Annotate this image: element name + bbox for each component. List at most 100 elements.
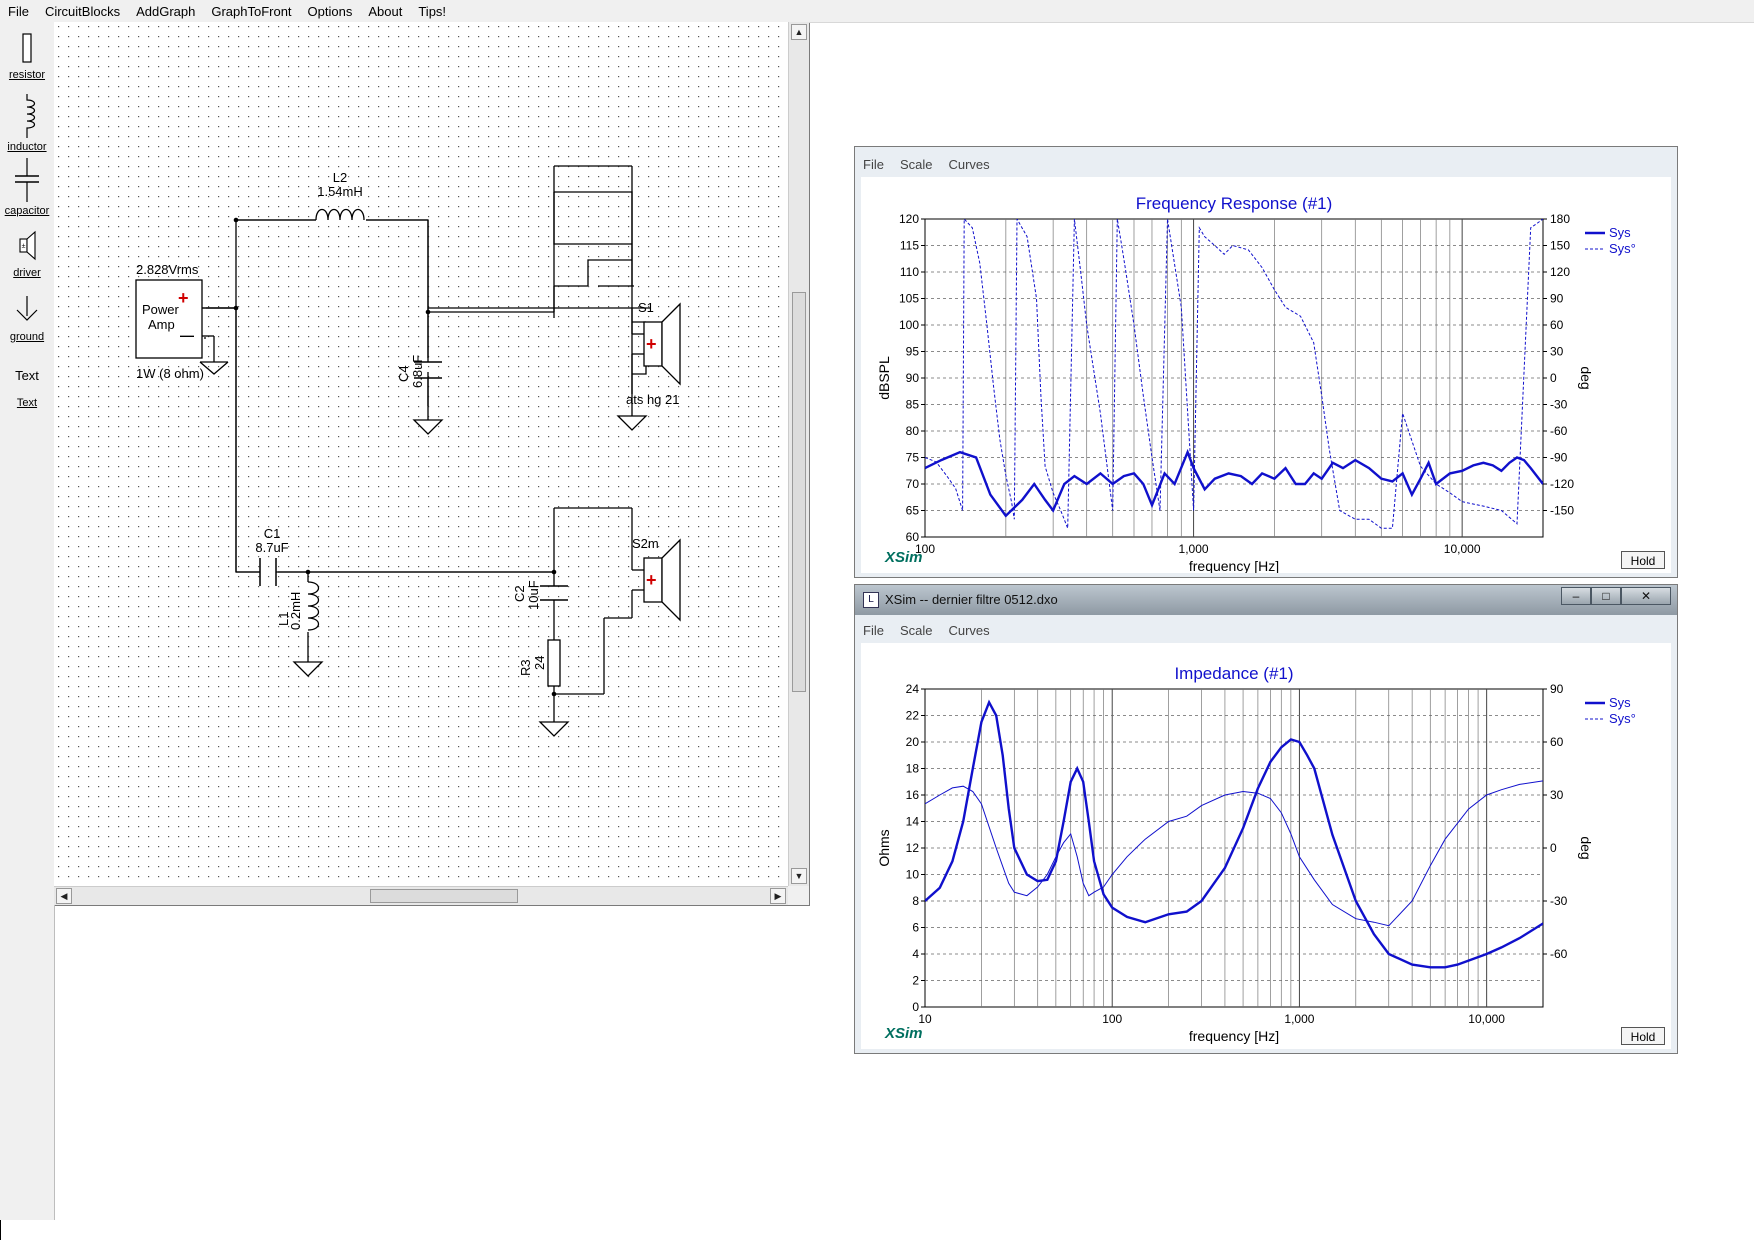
y2-tick-label: 60 [1550, 318, 1564, 332]
y-tick-label: 85 [906, 398, 920, 412]
imp-menubar: File Scale Curves [855, 619, 1677, 641]
palette-resistor-label: resistor [8, 69, 46, 81]
y2-tick-label: -120 [1550, 477, 1574, 491]
scroll-down-button[interactable]: ▼ [791, 868, 807, 884]
y2-tick-label: -60 [1550, 424, 1568, 438]
palette-text[interactable]: Text Text [0, 368, 54, 409]
palette-resistor[interactable]: resistor [0, 30, 54, 81]
menu-about[interactable]: About [360, 4, 410, 19]
x-tick-label: 10,000 [1468, 1012, 1505, 1026]
horizontal-scroll-thumb[interactable] [370, 889, 518, 903]
C2-name: C2 [512, 585, 527, 602]
amp-voltage: 2.828Vrms [136, 262, 199, 277]
L1-value: 0.2mH [288, 592, 303, 630]
canvas-horizontal-scrollbar[interactable]: ◀ ▶ [54, 886, 788, 905]
S1-name: S1 [638, 300, 654, 315]
vertical-scroll-thumb[interactable] [792, 292, 806, 692]
y-tick-label: 10 [906, 868, 920, 882]
palette-driver-label: driver [13, 267, 41, 279]
menu-file[interactable]: File [0, 4, 37, 19]
L2-name: L2 [333, 170, 347, 185]
y-tick-label: 8 [912, 894, 919, 908]
junction [551, 569, 557, 575]
y-axis-label: Ohms [876, 829, 892, 866]
frequency-response-window: File Scale Curves 60 65 70 75 80 85 90 95 100 105… [854, 146, 1678, 578]
palette-capacitor-label: capacitor [4, 205, 50, 217]
component-palette: resistor inductor capacitor ± driver gro… [0, 22, 55, 1220]
palette-driver[interactable]: ± driver [0, 228, 54, 279]
circuit-menubar: File CircuitBlocks AddGraph GraphToFront… [0, 0, 1754, 23]
resistor-icon [22, 33, 32, 63]
y2-tick-label: 150 [1550, 239, 1570, 253]
y2-tick-label: -30 [1550, 398, 1568, 412]
legend-label: Sys° [1609, 241, 1636, 256]
S1-plus: + [646, 334, 657, 354]
menu-options[interactable]: Options [300, 4, 361, 19]
S1-model: ats hg 21 [626, 392, 680, 407]
y-tick-label: 4 [912, 947, 919, 961]
canvas-vertical-scrollbar[interactable]: ▲ ▼ [788, 22, 809, 886]
impedance-titlebar: L XSim -- dernier filtre 0512.dxo – □ ✕ [855, 585, 1677, 615]
fr-plot-area: 60 65 70 75 80 85 90 95 100 105 110 115 120 -150 -120 -… [861, 177, 1671, 574]
menu-addgraph[interactable]: AddGraph [128, 4, 203, 19]
y-tick-label: 110 [900, 265, 919, 279]
imp-menu-curves[interactable]: Curves [940, 623, 997, 638]
fr-menu-file[interactable]: File [855, 157, 892, 172]
fr-menu-curves[interactable]: Curves [940, 157, 997, 172]
fr-menu-scale[interactable]: Scale [892, 157, 941, 172]
menu-circuitblocks[interactable]: CircuitBlocks [37, 4, 128, 19]
y-tick-label: 12 [906, 841, 920, 855]
y-tick-label: 90 [906, 371, 920, 385]
close-button[interactable]: ✕ [1621, 587, 1671, 605]
amp-name-2: Amp [148, 317, 175, 332]
palette-text-label: Text [16, 397, 38, 409]
imp-plot-area: 0 2 4 6 8 10 12 14 16 18 20 22 24 -60 -30 0 30 60 90 10 100 1… [861, 643, 1671, 1049]
scroll-up-button[interactable]: ▲ [791, 24, 807, 40]
fr-hold-button[interactable]: Hold [1621, 551, 1665, 569]
chart-title: Frequency Response (#1) [1136, 194, 1333, 213]
imp-menu-scale[interactable]: Scale [892, 623, 941, 638]
legend-label: Sys [1609, 695, 1631, 710]
impedance-window: L XSim -- dernier filtre 0512.dxo – □ ✕ … [854, 584, 1678, 1054]
C4-value: 6.8uF [410, 355, 425, 388]
y-tick-label: 14 [906, 815, 920, 829]
palette-capacitor[interactable]: capacitor [0, 158, 54, 217]
scroll-left-button[interactable]: ◀ [56, 888, 72, 904]
junction [305, 569, 311, 575]
circuit-editor-window: File CircuitBlocks AddGraph GraphToFront… [0, 0, 1754, 1220]
y2-tick-label: 90 [1550, 292, 1564, 306]
capacitor-icon [15, 158, 39, 202]
x-axis-label: frequency [Hz] [1189, 558, 1279, 573]
y2-tick-label: -60 [1550, 947, 1568, 961]
impedance-chart: 024681012141618202224-60-30030609010 100 1… [876, 664, 1636, 1044]
y-tick-label: 115 [900, 239, 919, 253]
amp-plus: + [178, 288, 189, 308]
ground-icon [16, 296, 38, 321]
S2-plus: + [646, 570, 657, 590]
maximize-button[interactable]: □ [1591, 587, 1621, 605]
scroll-right-button[interactable]: ▶ [770, 888, 786, 904]
chart-title: Impedance (#1) [1174, 664, 1293, 683]
y-tick-label: 22 [906, 709, 920, 723]
S2-name: S2m [632, 536, 659, 551]
imp-hold-button[interactable]: Hold [1621, 1027, 1665, 1045]
C2-value: 10uF [526, 580, 541, 610]
y-tick-label: 120 [899, 212, 919, 226]
x-tick-label: 10 [918, 1012, 932, 1026]
schematic-canvas[interactable]: 2.828Vrms Power Amp + — 1W (8 ohm) L2 1.… [54, 22, 788, 886]
grid-dots [54, 22, 788, 886]
imp-menu-file[interactable]: File [855, 623, 892, 638]
menu-tips[interactable]: Tips! [410, 4, 454, 19]
C1-value: 8.7uF [255, 540, 288, 555]
minimize-button[interactable]: – [1561, 587, 1591, 605]
x-axis-label: frequency [Hz] [1189, 1028, 1279, 1044]
legend-label: Sys [1609, 225, 1631, 240]
y2-tick-label: 0 [1550, 371, 1557, 385]
imp-xsim-brand: XSim [885, 1025, 923, 1042]
palette-ground[interactable]: ground [0, 294, 54, 343]
L2-value: 1.54mH [317, 184, 363, 199]
y2-tick-label: -150 [1550, 504, 1574, 518]
menu-graphtofront[interactable]: GraphToFront [203, 4, 299, 19]
palette-inductor[interactable]: inductor [0, 94, 54, 153]
y-tick-label: 18 [906, 762, 920, 776]
